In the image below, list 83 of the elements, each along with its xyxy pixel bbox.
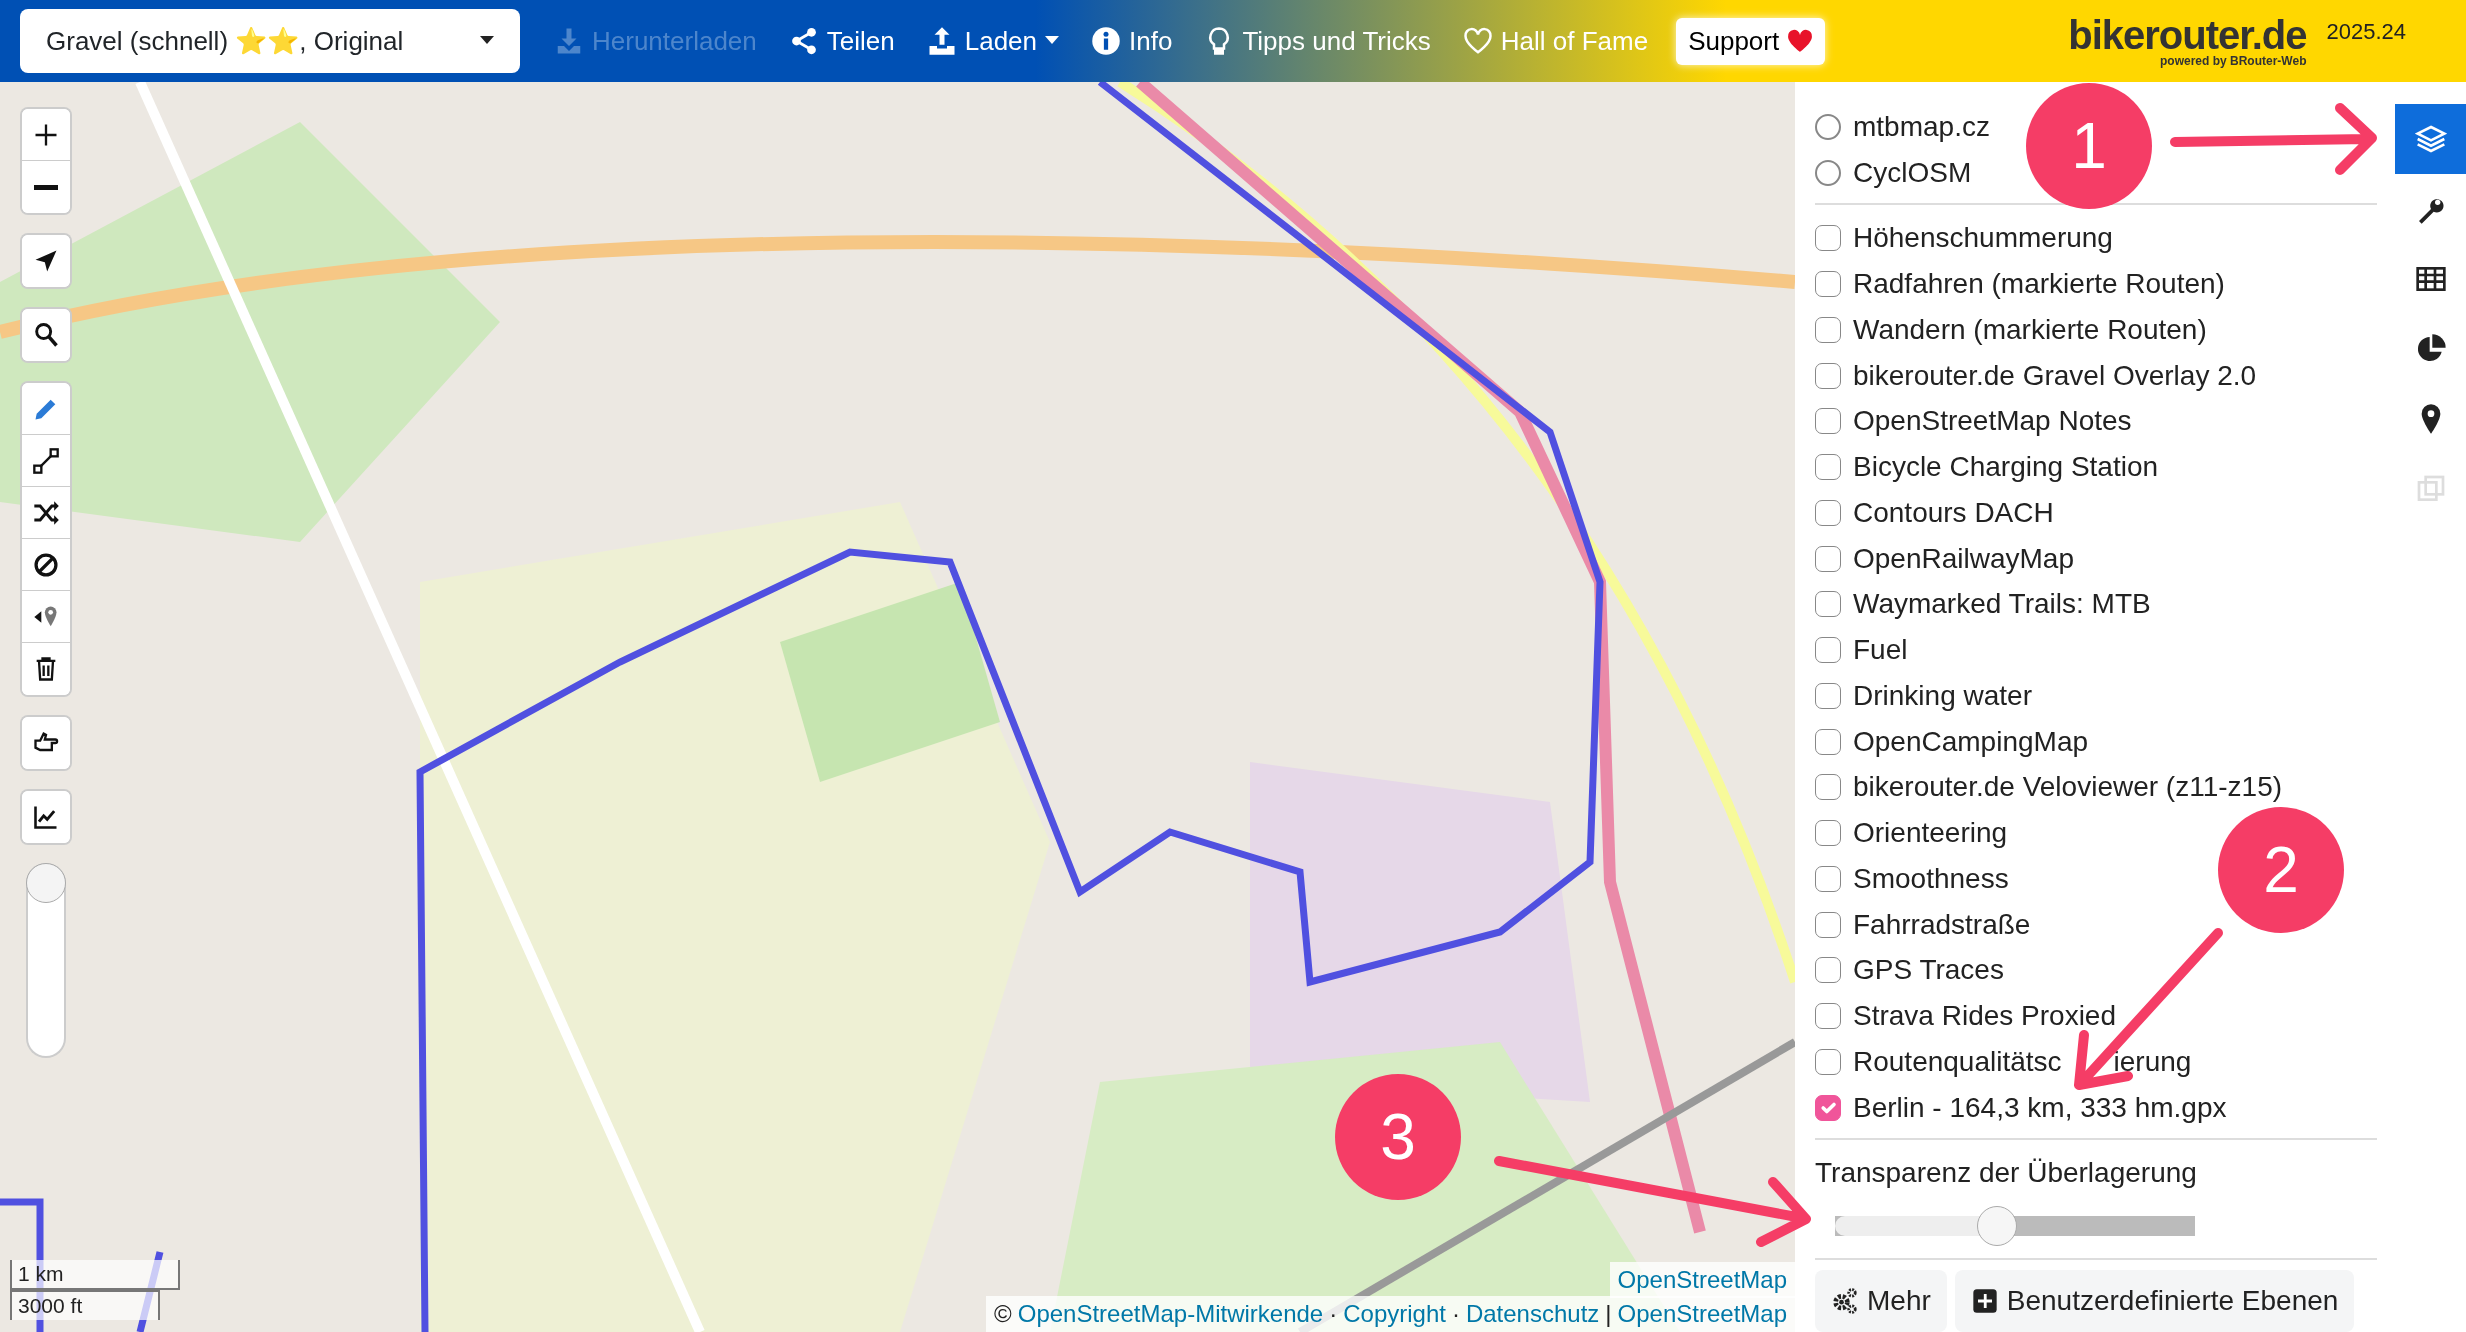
gears-icon [1831, 1287, 1859, 1316]
caret-icon [1045, 36, 1060, 46]
slider-thumb[interactable] [26, 863, 66, 903]
layer-label: Orienteering [1853, 816, 2008, 850]
checkbox[interactable] [1815, 1003, 1841, 1029]
attribution-link[interactable]: Copyright [1343, 1296, 1446, 1332]
layer-label: Höhenschummerung [1853, 221, 2113, 256]
attribution-text: | [1605, 1299, 1612, 1329]
nav-link-button[interactable]: Teilen [776, 21, 907, 61]
nav-link-button[interactable]: Tipps und Tricks [1192, 21, 1443, 61]
radio-button[interactable] [1815, 113, 1841, 140]
panel-button[interactable]: Mehr [1815, 1270, 1947, 1332]
caret-icon [480, 36, 494, 46]
checkbox[interactable] [1815, 499, 1841, 526]
layer-label: Contours DACH [1853, 495, 2054, 530]
layer-label: Waymarked Trails: MTB [1853, 587, 2151, 622]
radio-button[interactable] [1815, 159, 1841, 186]
map-control-button[interactable] [22, 109, 70, 161]
layer-label: Berlin - 164,3 km, 333 hm.gpx [1853, 1090, 2227, 1125]
layer-label: Drinking water [1853, 678, 2032, 713]
layer-label: OpenRailwayMap [1853, 541, 2074, 576]
heart-icon [1462, 26, 1493, 56]
panel-button[interactable]: Benutzerdefinierte Ebenen [1954, 1270, 2355, 1332]
checkbox[interactable] [1815, 682, 1841, 709]
checkbox[interactable] [1815, 545, 1841, 572]
ban-icon [32, 550, 60, 579]
checkbox[interactable] [1815, 591, 1841, 618]
scale-label: 3000 ft [10, 1290, 160, 1320]
layer-label: bikerouter.de Gravel Overlay 2.0 [1853, 358, 2257, 393]
nav-link-button[interactable]: Laden [914, 21, 1072, 61]
attribution-link[interactable]: Datenschutz [1465, 1296, 1600, 1332]
zoom-out-icon [34, 184, 58, 190]
info-icon [1091, 26, 1122, 56]
layer-label: Routenqualitätsc [1853, 1044, 2062, 1079]
checkbox[interactable] [1815, 1094, 1841, 1121]
checkbox[interactable] [1815, 454, 1841, 480]
checkbox[interactable] [1815, 637, 1841, 663]
version-label: 2025.24 [2326, 18, 2406, 46]
slider-thumb[interactable] [1977, 1206, 2017, 1247]
zoom-slider[interactable] [26, 863, 66, 1058]
search-icon [32, 321, 60, 349]
layer-label: mtbmap.cz [1853, 109, 1990, 144]
nav-link-button[interactable]: Info [1079, 21, 1185, 61]
checkbox[interactable] [1815, 225, 1841, 252]
logo-title: bikerouter.de [2068, 15, 2307, 55]
layer-label: Fahrradstraße [1853, 907, 2031, 942]
line-segment-icon [32, 446, 60, 475]
layer-label: GPS Traces [1853, 953, 2004, 988]
plus-square-icon [1970, 1287, 1999, 1316]
checkbox[interactable] [1815, 408, 1841, 435]
checkbox[interactable] [1815, 911, 1841, 938]
attribution-link[interactable]: OpenStreetMap [1617, 1296, 1787, 1332]
checkbox[interactable] [1815, 1048, 1841, 1075]
checkbox[interactable] [1815, 957, 1841, 984]
layer-label: Radfahren (markierte Routen) [1853, 267, 2225, 301]
scale-label: 1 km [10, 1260, 180, 1290]
checkbox[interactable] [1815, 774, 1841, 801]
checkbox[interactable] [1815, 271, 1841, 297]
checkbox[interactable] [1815, 316, 1841, 343]
attribution-text: · [1451, 1299, 1460, 1329]
layer-label: Smoothness [1853, 861, 2009, 896]
layers-icon [2414, 123, 2447, 155]
attribution-text: · [1329, 1299, 1338, 1329]
layer-label: Wandern (markierte Routen) [1853, 312, 2207, 347]
attribution-text: © [994, 1299, 1012, 1329]
checkbox[interactable] [1815, 820, 1841, 846]
checkbox[interactable] [1815, 728, 1841, 755]
profile-select[interactable]: Gravel (schnell) ⭐⭐, Original [20, 9, 520, 73]
layer-label: OpenCampingMap [1853, 724, 2089, 759]
layer-label: bikerouter.de Veloviewer (z11-z15) [1853, 770, 2283, 805]
support-button[interactable]: Support [1676, 17, 1826, 65]
layer-label: ierung [2113, 1044, 2192, 1079]
layer-label: Strava Rides Proxied [1853, 999, 2116, 1033]
logo-subtitle: powered by BRouter-Web [2159, 55, 2307, 67]
slider-label: Transparenz der Überlagerung [1815, 1156, 2198, 1191]
checkbox[interactable] [1815, 362, 1841, 389]
heart-icon [1787, 28, 1814, 54]
checkbox[interactable] [1815, 865, 1841, 892]
layer-label: CyclOSM [1853, 155, 1972, 190]
layer-label: Fuel [1853, 633, 1908, 667]
layer-label: Bicycle Charging Station [1853, 450, 2159, 484]
attribution-link[interactable]: OpenStreetMap-Mitwirkende [1017, 1296, 1324, 1332]
layer-label: OpenStreetMap Notes [1853, 404, 2132, 439]
